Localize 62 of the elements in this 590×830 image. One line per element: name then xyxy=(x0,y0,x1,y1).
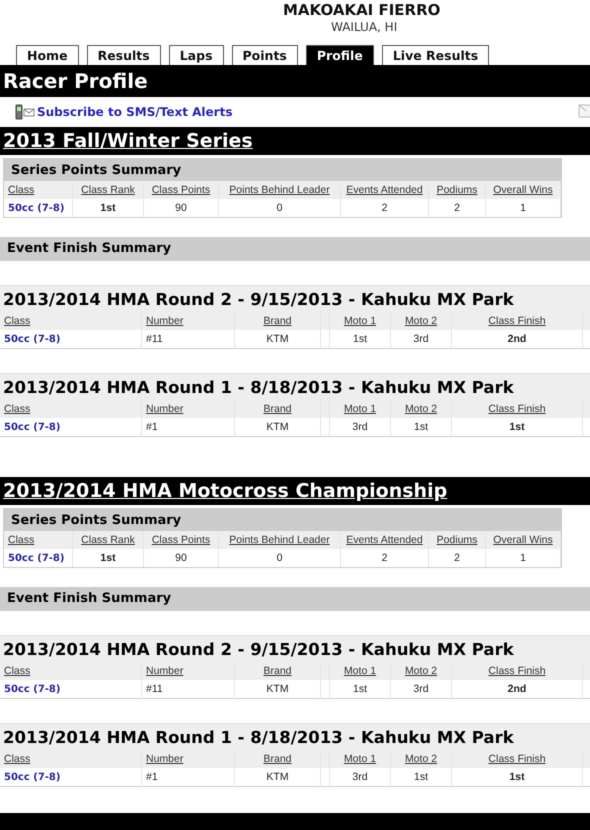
summary-title: Series Points Summary xyxy=(4,159,561,181)
table-cell: KTM xyxy=(266,683,289,695)
nav-tab[interactable]: Laps xyxy=(168,45,224,65)
table-cell: KTM xyxy=(266,771,289,783)
table-cell: 90 xyxy=(175,202,187,214)
table-cell: 1st xyxy=(100,552,116,564)
table-cell: 2 xyxy=(382,552,388,564)
table-cell: KTM xyxy=(266,333,289,345)
class-link[interactable]: 50cc (7-8) xyxy=(4,422,60,432)
class-link[interactable]: 50cc (7-8) xyxy=(8,552,64,564)
table-cell: 2 xyxy=(454,552,460,564)
table-cell: 1st xyxy=(509,771,525,783)
table-cell: 0 xyxy=(276,552,282,564)
table-cell: #11 xyxy=(146,683,163,695)
racer-name: MAKOAKAI FIERRO xyxy=(283,1,442,19)
table-cell: #1 xyxy=(146,771,158,783)
table-cell: #11 xyxy=(146,333,163,345)
event-title: 2013/2014 HMA Round 2 - 9/15/2013 - Kahuku MX Park xyxy=(0,285,590,311)
table-cell: 1st xyxy=(414,421,428,433)
racer-location: WAILUA, HI xyxy=(330,19,398,35)
table-cell: KTM xyxy=(266,421,289,433)
table-cell: 1 xyxy=(520,552,526,564)
section-header: Event Finish Summary xyxy=(0,587,590,611)
nav-tab[interactable]: Profile xyxy=(306,45,374,65)
envelope-icon[interactable] xyxy=(578,104,590,118)
sms-alerts-link[interactable]: Subscribe to SMS/Text Alerts xyxy=(37,105,232,119)
table-cell: 0 xyxy=(276,202,282,214)
table-cell: 3rd xyxy=(352,421,368,433)
column-header[interactable]: Class xyxy=(4,402,30,414)
phone-message-icon xyxy=(15,104,35,120)
summary-title: Series Points Summary xyxy=(4,509,561,531)
table-cell: 1st xyxy=(414,771,428,783)
class-link[interactable]: 50cc (7-8) xyxy=(4,334,60,344)
table-cell: 2nd xyxy=(508,333,526,345)
event-title: 2013/2014 HMA Round 2 - 9/15/2013 - Kahuku MX Park xyxy=(0,635,590,661)
table-cell: 3rd xyxy=(413,683,429,695)
nav-tab[interactable]: Home xyxy=(16,45,79,65)
table-cell: 1st xyxy=(100,202,116,214)
table-cell: 2nd xyxy=(508,683,526,695)
event-title: 2013/2014 HMA Round 1 - 8/18/2013 - Kahuku MX Park xyxy=(0,723,590,749)
table-cell: 1st xyxy=(509,421,525,433)
table-cell: #1 xyxy=(146,421,158,433)
table-cell: 1st xyxy=(352,333,367,345)
class-link[interactable]: 50cc (7-8) xyxy=(8,202,64,214)
table-cell: 3rd xyxy=(352,771,368,783)
table-cell: 2 xyxy=(454,202,460,214)
nav-tab[interactable]: Results xyxy=(86,45,161,65)
table-cell: 1st xyxy=(352,683,367,695)
class-link[interactable]: 50cc (7-8) xyxy=(4,684,60,694)
nav-tab[interactable]: Points xyxy=(232,45,298,65)
event-title: 2013/2014 HMA Round 1 - 8/18/2013 - Kahuku MX Park xyxy=(0,373,590,399)
column-header[interactable]: Class xyxy=(4,664,30,676)
table-cell: 2 xyxy=(382,202,388,214)
table-cell: 3rd xyxy=(413,333,429,345)
table-cell: 1 xyxy=(520,202,526,214)
section-header: Event Finish Summary xyxy=(0,237,590,261)
column-header[interactable]: Class xyxy=(4,752,30,764)
page-title: Racer Profile xyxy=(0,65,590,97)
nav-tab[interactable]: Live Results xyxy=(382,45,490,65)
column-header[interactable]: Class xyxy=(4,314,30,326)
table-cell: 90 xyxy=(175,552,187,564)
class-link[interactable]: 50cc (7-8) xyxy=(4,772,60,782)
